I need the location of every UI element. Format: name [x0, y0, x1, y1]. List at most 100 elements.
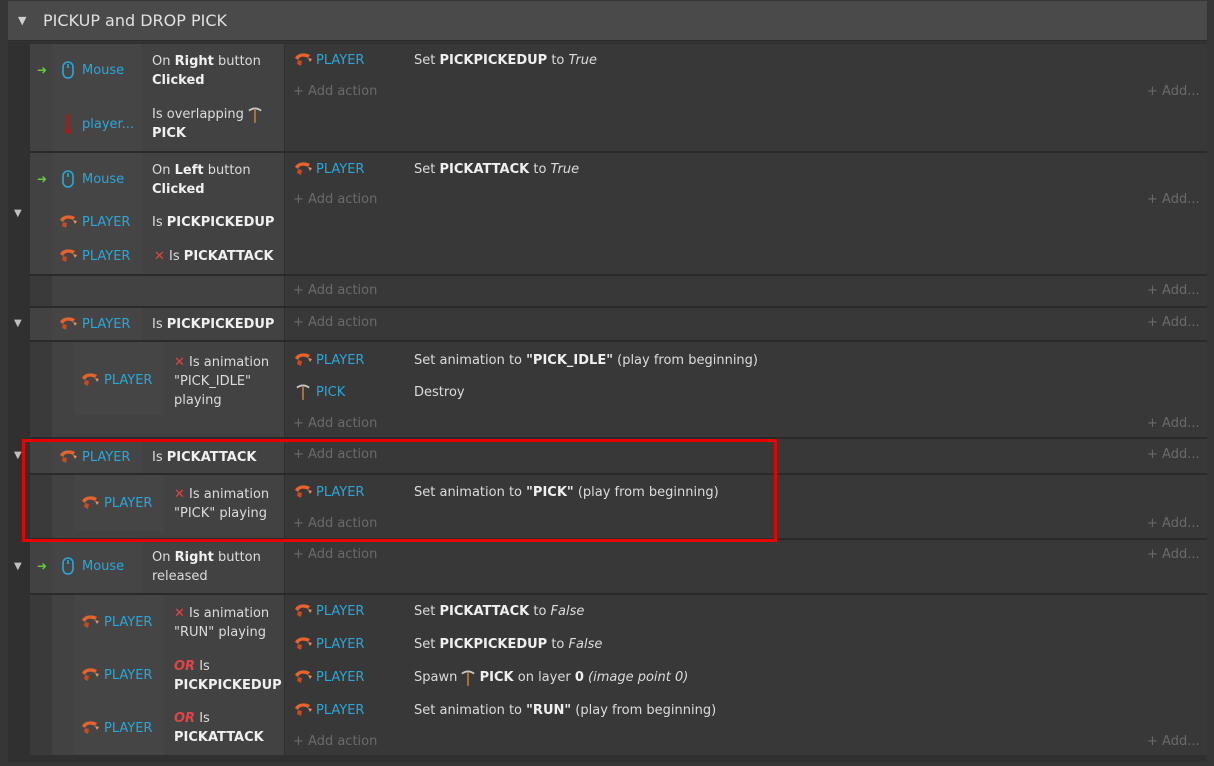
condition-object-player[interactable]: PLAYER: [82, 247, 130, 266]
collapse-triangle-icon[interactable]: ▼: [14, 318, 22, 329]
player-icon: [293, 603, 313, 619]
act-italic: True: [568, 53, 598, 68]
cond-text: "PICK_IDLE": [174, 374, 252, 389]
condition-not-pickattack[interactable]: ✕ Is PICKATTACK: [154, 247, 274, 266]
event-3-actions[interactable]: [285, 276, 1207, 306]
add-button[interactable]: + Add...: [1147, 514, 1200, 533]
event-6-actions[interactable]: [285, 540, 1207, 593]
condition-object-player[interactable]: PLAYER: [104, 371, 152, 390]
mouse-icon: [62, 61, 74, 79]
add-button[interactable]: + Add...: [1147, 732, 1200, 751]
cond-text: Is: [195, 711, 210, 726]
add-label: Add...: [1162, 547, 1200, 562]
condition-is-pickpickedup[interactable]: Is PICKPICKEDUP: [152, 213, 274, 232]
add-button[interactable]: + Add...: [1147, 190, 1200, 209]
cond-text: Is: [152, 317, 167, 332]
add-action-button[interactable]: + Add action: [293, 414, 377, 433]
collapse-triangle-icon[interactable]: ▼: [14, 561, 22, 572]
act-text: to: [547, 637, 569, 652]
action-set-pickpickedup-false[interactable]: Set PICKPICKEDUP to False: [414, 635, 602, 654]
cond-bold: Clicked: [152, 182, 205, 197]
action-set-animation-run[interactable]: Set animation to "RUN" (play from beginn…: [414, 701, 716, 720]
cond-text: Is: [195, 659, 210, 674]
action-object-player[interactable]: PLAYER: [316, 160, 364, 179]
add-action-button[interactable]: + Add action: [293, 190, 377, 209]
cond-text: released: [152, 569, 208, 584]
add-label: Add...: [1162, 447, 1200, 462]
cond-text: Is: [152, 215, 167, 230]
act-text: (play from beginning): [612, 353, 758, 368]
cond-text: button: [213, 54, 261, 69]
condition-object-player[interactable]: PLAYER: [104, 613, 152, 632]
add-action-button[interactable]: + Add action: [293, 82, 377, 101]
cond-bold: PICK: [152, 126, 186, 141]
action-object-player[interactable]: PLAYER: [316, 51, 364, 70]
player-icon: [80, 720, 100, 736]
condition-is-overlapping[interactable]: Is overlapping PICK: [152, 105, 262, 143]
action-object-player[interactable]: PLAYER: [316, 351, 364, 370]
subevent-lane: [30, 276, 52, 306]
act-bold: PICKPICKEDUP: [439, 53, 548, 68]
add-label: Add...: [1162, 516, 1200, 531]
cond-bold: PICKATTACK: [183, 249, 274, 264]
add-button[interactable]: + Add...: [1147, 281, 1200, 300]
condition-object-player[interactable]: PLAYER: [104, 666, 152, 685]
event-4-actions[interactable]: [285, 308, 1207, 340]
condition-on-left-clicked[interactable]: On Left button Clicked: [152, 161, 251, 199]
add-button[interactable]: + Add...: [1147, 414, 1200, 433]
cond-text: On: [152, 54, 175, 69]
trigger-arrow-icon: ➜: [37, 63, 48, 77]
condition-on-right-released[interactable]: On Right button released: [152, 548, 261, 586]
action-object-player[interactable]: PLAYER: [316, 701, 364, 720]
add-button[interactable]: + Add...: [1147, 445, 1200, 464]
add-button[interactable]: + Add...: [1147, 313, 1200, 332]
pick-icon: [461, 669, 475, 687]
add-action-button[interactable]: + Add action: [293, 732, 377, 751]
player-icon: [293, 352, 313, 368]
collapse-triangle-icon[interactable]: ▼: [14, 450, 22, 461]
action-set-pickattack-true[interactable]: Set PICKATTACK to True: [414, 160, 579, 179]
invert-x-icon: ✕: [154, 249, 165, 264]
condition-object-player[interactable]: PLAYER: [82, 213, 130, 232]
condition-object-player-trunc[interactable]: player...: [82, 115, 134, 134]
action-spawn-pick[interactable]: Spawn PICK on layer 0 (image point 0): [414, 668, 688, 687]
act-text: Set animation to: [414, 353, 527, 368]
highlight-box: [22, 439, 777, 542]
condition-object-player[interactable]: PLAYER: [82, 315, 130, 334]
action-set-pickattack-false[interactable]: Set PICKATTACK to False: [414, 602, 584, 621]
action-object-player[interactable]: PLAYER: [316, 668, 364, 687]
condition-or-pickattack[interactable]: OR Is PICKATTACK: [174, 709, 264, 747]
collapse-triangle-icon[interactable]: ▼: [14, 208, 22, 219]
act-bold: "PICK_IDLE": [526, 353, 613, 368]
condition-is-pickpickedup[interactable]: Is PICKPICKEDUP: [152, 315, 274, 334]
add-action-button[interactable]: + Add action: [293, 545, 377, 564]
action-destroy[interactable]: Destroy: [414, 383, 465, 402]
condition-not-animation-pick-idle[interactable]: ✕ Is animation "PICK_IDLE" playing: [174, 353, 269, 410]
act-text: Destroy: [414, 385, 465, 400]
add-action-button[interactable]: + Add action: [293, 281, 377, 300]
action-set-pickpickedup-true[interactable]: Set PICKPICKEDUP to True: [414, 51, 597, 70]
act-text: Set: [414, 637, 440, 652]
condition-object-mouse[interactable]: Mouse: [82, 557, 124, 576]
condition-on-right-clicked[interactable]: On Right button Clicked: [152, 52, 261, 90]
group-header[interactable]: ▼ PICKUP and DROP PICK: [8, 1, 1207, 41]
condition-object-player[interactable]: PLAYER: [104, 719, 152, 738]
collapse-triangle-icon[interactable]: ▼: [18, 14, 26, 27]
add-button[interactable]: + Add...: [1147, 82, 1200, 101]
group-title: PICKUP and DROP PICK: [43, 11, 228, 30]
cond-text: button: [203, 163, 251, 178]
event-3-conditions[interactable]: [52, 276, 284, 306]
player-icon: [293, 636, 313, 652]
action-object-player[interactable]: PLAYER: [316, 635, 364, 654]
condition-object-mouse[interactable]: Mouse: [82, 61, 124, 80]
act-bold: "RUN": [526, 703, 572, 718]
invert-x-icon: ✕: [174, 606, 185, 621]
action-object-pick[interactable]: PICK: [316, 383, 345, 402]
action-object-player[interactable]: PLAYER: [316, 602, 364, 621]
action-set-animation-pick-idle[interactable]: Set animation to "PICK_IDLE" (play from …: [414, 351, 758, 370]
condition-or-pickpickedup[interactable]: OR Is PICKPICKEDUP: [174, 657, 282, 695]
add-button[interactable]: + Add...: [1147, 545, 1200, 564]
condition-object-mouse[interactable]: Mouse: [82, 170, 124, 189]
condition-not-animation-run[interactable]: ✕ Is animation "RUN" playing: [174, 604, 269, 642]
add-action-button[interactable]: + Add action: [293, 313, 377, 332]
